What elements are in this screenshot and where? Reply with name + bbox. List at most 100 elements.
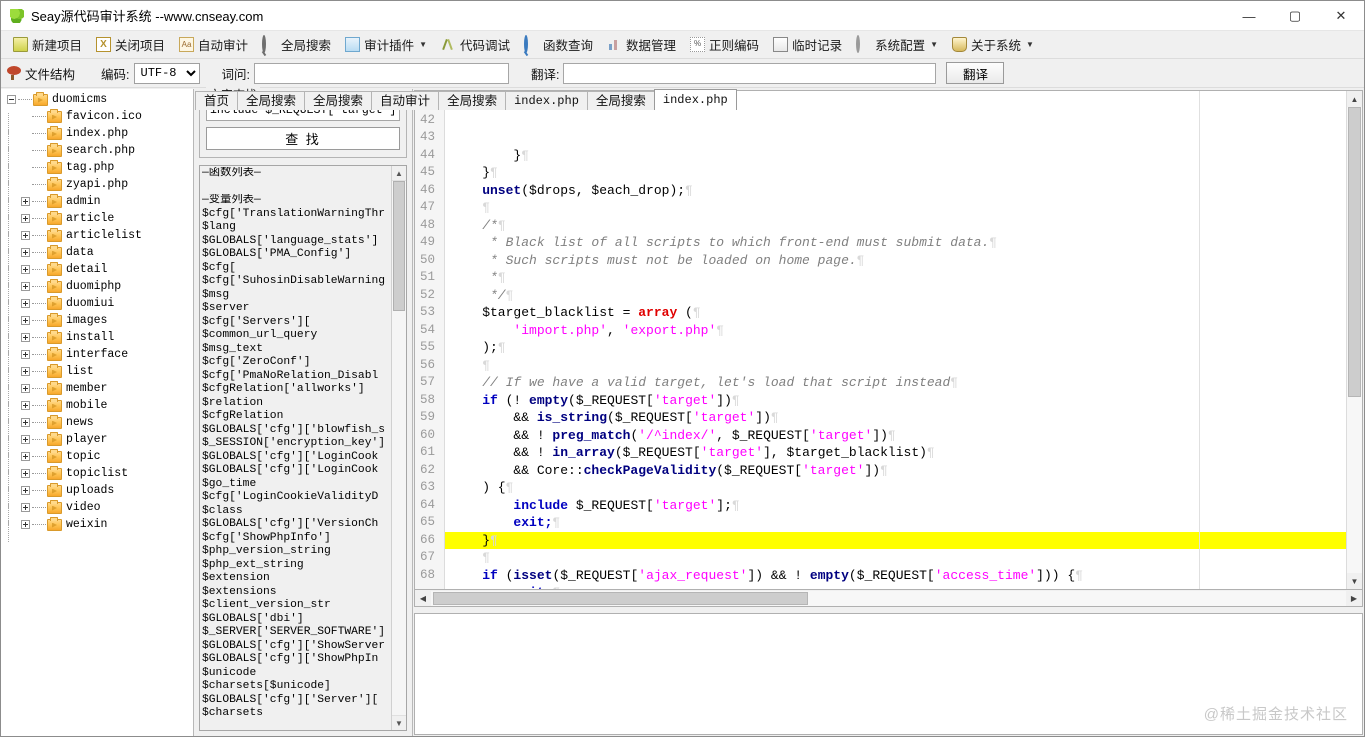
symbol-list-item[interactable]: $cfg['ShowPhpInfo'] xyxy=(202,532,389,546)
collapse-toggle-icon[interactable] xyxy=(7,95,16,104)
expand-toggle-icon[interactable] xyxy=(21,299,30,308)
code-line[interactable]: && Core::checkPageValidity($_REQUEST['ta… xyxy=(451,462,1346,480)
tab-home[interactable]: 首页 xyxy=(195,91,239,110)
code-line[interactable]: && ! preg_match('/^index/', $_REQUEST['t… xyxy=(451,427,1346,445)
tab-auto-audit[interactable]: 自动审计 xyxy=(371,91,440,110)
expand-toggle-icon[interactable] xyxy=(21,350,30,359)
tree-node[interactable]: favicon.ico xyxy=(1,108,193,134)
symbol-list-item[interactable]: $cfg[ xyxy=(202,262,389,276)
tree-node[interactable]: tag.php xyxy=(1,159,193,185)
symbol-list-item[interactable]: $GLOBALS['dbi'] xyxy=(202,613,389,627)
translate-button[interactable]: 翻译 xyxy=(946,62,1005,84)
toolbar-auto-audit[interactable]: Aa 自动审计 xyxy=(173,33,254,57)
symbol-list-item[interactable] xyxy=(202,181,389,195)
expand-toggle-icon[interactable] xyxy=(21,231,30,240)
tree-node[interactable]: interface xyxy=(1,346,193,372)
toolbar-function-query[interactable]: 函数查询 xyxy=(518,33,599,57)
tree-node[interactable]: topic xyxy=(1,448,193,474)
scroll-left-icon[interactable]: ◀ xyxy=(415,591,431,606)
symbol-list-item[interactable]: $GLOBALS['cfg']['blowfish_s xyxy=(202,424,389,438)
toolbar-regex-encode[interactable]: % 正则编码 xyxy=(684,33,765,57)
symbol-list-item[interactable]: $cfg['SuhosinDisableWarning xyxy=(202,275,389,289)
toolbar-system-config[interactable]: 系统配置 ▼ xyxy=(850,33,944,57)
tree-node[interactable]: topiclist xyxy=(1,465,193,491)
tree-node[interactable]: weixin xyxy=(1,516,193,542)
symbol-list-item[interactable]: $unicode xyxy=(202,667,389,681)
symbol-list-item[interactable]: $GLOBALS['cfg']['Server'][ xyxy=(202,694,389,708)
tree-node[interactable]: data xyxy=(1,244,193,270)
code-area[interactable]: 4142434445464748495051525354555657585960… xyxy=(415,91,1346,589)
editor-hscroll-track[interactable] xyxy=(431,590,1346,606)
symbol-list-item[interactable]: $cfg['TranslationWarningThr xyxy=(202,208,389,222)
symbol-list-item[interactable]: $charsets xyxy=(202,707,389,721)
tab-global-search-3[interactable]: 全局搜索 xyxy=(438,91,507,110)
tree-node[interactable]: article xyxy=(1,210,193,236)
expand-toggle-icon[interactable] xyxy=(21,197,30,206)
symbol-list-item[interactable]: $cfg['PmaNoRelation_Disabl xyxy=(202,370,389,384)
code-line[interactable]: */¶ xyxy=(451,287,1346,305)
code-line-highlighted[interactable]: }¶ xyxy=(445,531,1346,549)
code-line[interactable]: * Black list of all scripts to which fro… xyxy=(451,234,1346,252)
symbol-list-item[interactable]: —变量列表— xyxy=(202,194,389,208)
expand-toggle-icon[interactable] xyxy=(21,503,30,512)
tree-node[interactable]: detail xyxy=(1,261,193,287)
symbol-list-item[interactable]: $php_version_string xyxy=(202,545,389,559)
symbol-list-item[interactable]: $extension xyxy=(202,572,389,586)
toolbar-data-manage[interactable]: 数据管理 xyxy=(601,33,682,57)
editor-vertical-scrollbar[interactable]: ▲ ▼ xyxy=(1346,91,1362,589)
symbol-list-item[interactable]: $common_url_query xyxy=(202,329,389,343)
expand-toggle-icon[interactable] xyxy=(21,333,30,342)
expand-toggle-icon[interactable] xyxy=(21,418,30,427)
expand-toggle-icon[interactable] xyxy=(21,248,30,257)
tree-node[interactable]: zyapi.php xyxy=(1,176,193,202)
code-line[interactable]: ¶ xyxy=(451,357,1346,375)
expand-toggle-icon[interactable] xyxy=(21,520,30,529)
chevron-down-icon[interactable]: ▼ xyxy=(1026,40,1034,49)
tree-node[interactable]: duomicms xyxy=(1,91,193,108)
tree-node[interactable]: search.php xyxy=(1,142,193,168)
tree-node[interactable]: duomiui xyxy=(1,295,193,321)
tree-node[interactable]: player xyxy=(1,431,193,457)
expand-toggle-icon[interactable] xyxy=(21,384,30,393)
file-tree-panel[interactable]: duomicms favicon.ico index.php search.php ta… xyxy=(1,89,194,736)
code-line[interactable]: unset($drops, $each_drop);¶ xyxy=(451,182,1346,200)
symbol-list-item[interactable]: $_SERVER['SERVER_SOFTWARE'] xyxy=(202,626,389,640)
tab-global-search-1[interactable]: 全局搜索 xyxy=(237,91,306,110)
close-button[interactable]: ✕ xyxy=(1318,1,1364,31)
symbol-scroll-thumb[interactable] xyxy=(393,181,405,311)
symbol-list-item[interactable]: $GLOBALS['cfg']['VersionCh xyxy=(202,518,389,532)
code-line[interactable]: // If we have a valid target, let's load… xyxy=(451,374,1346,392)
symbol-list-item[interactable]: $charsets[$unicode] xyxy=(202,680,389,694)
tree-node[interactable]: video xyxy=(1,499,193,525)
translate-input[interactable] xyxy=(563,62,937,84)
tree-node[interactable]: install xyxy=(1,329,193,355)
symbol-list-item[interactable]: $relation xyxy=(202,397,389,411)
expand-toggle-icon[interactable] xyxy=(21,435,30,444)
symbol-list-item[interactable]: $cfg['ZeroConf'] xyxy=(202,356,389,370)
toolbar-new-project[interactable]: 新建项目 xyxy=(7,33,88,57)
code-line[interactable]: exit;¶ xyxy=(451,514,1346,532)
code-line[interactable]: && ! in_array($_REQUEST['target'], $targ… xyxy=(451,444,1346,462)
scroll-up-icon[interactable]: ▲ xyxy=(392,166,406,181)
code-line[interactable]: ¶ xyxy=(451,549,1346,567)
tree-node[interactable]: uploads xyxy=(1,482,193,508)
tree-node[interactable]: duomiphp xyxy=(1,278,193,304)
code-line[interactable]: *¶ xyxy=(451,269,1346,287)
symbol-list-item[interactable]: $GLOBALS['cfg']['ShowServer xyxy=(202,640,389,654)
symbol-list-item[interactable]: $GLOBALS['language_stats'] xyxy=(202,235,389,249)
symbol-list-item[interactable]: —函数列表— xyxy=(202,167,389,181)
symbol-list-item[interactable]: $extensions xyxy=(202,586,389,600)
code-line[interactable]: if (! empty($_REQUEST['target'])¶ xyxy=(451,392,1346,410)
symbol-list-item[interactable]: $GLOBALS['cfg']['LoginCook xyxy=(202,464,389,478)
symbol-list-item[interactable]: $cfgRelation xyxy=(202,410,389,424)
toolbar-code-debug[interactable]: 代码调试 xyxy=(435,33,516,57)
symbol-list-scrollbar[interactable]: ▲ ▼ xyxy=(391,166,406,730)
maximize-button[interactable]: ▢ xyxy=(1272,1,1318,31)
code-line[interactable]: && is_string($_REQUEST['target'])¶ xyxy=(451,409,1346,427)
scroll-down-icon[interactable]: ▼ xyxy=(1347,573,1362,589)
code-line[interactable]: include $_REQUEST['target'];¶ xyxy=(451,497,1346,515)
expand-toggle-icon[interactable] xyxy=(21,316,30,325)
symbol-scroll-track[interactable] xyxy=(392,181,406,715)
code-line[interactable]: }¶ xyxy=(451,147,1346,165)
tab-index-php-1[interactable]: index.php xyxy=(505,91,588,110)
